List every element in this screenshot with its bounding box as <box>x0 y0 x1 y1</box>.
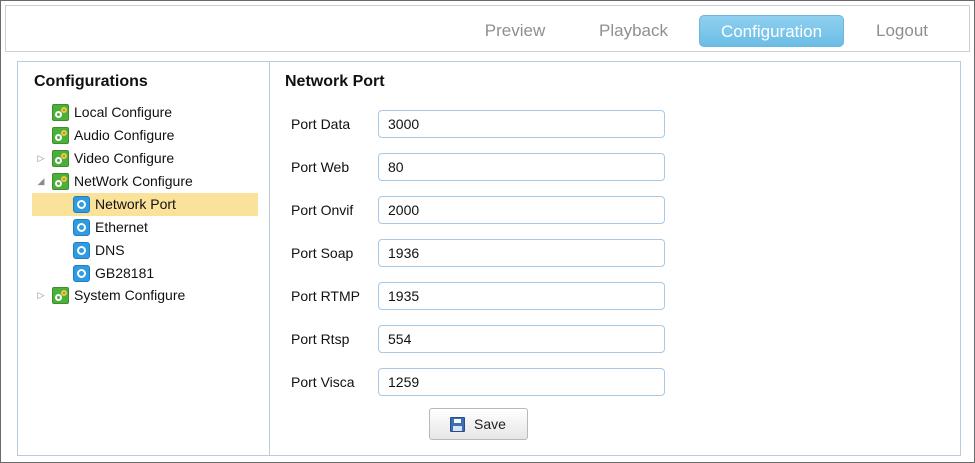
settings-icon <box>73 242 90 259</box>
port-soap-label: Port Soap <box>291 245 354 261</box>
tree-item-video-configure[interactable]: ▷ Video Configure <box>32 147 252 170</box>
port-data-input[interactable] <box>378 110 665 138</box>
top-nav-bar: Preview Playback Configuration Logout <box>5 5 970 52</box>
tree-item-audio-configure[interactable]: Audio Configure <box>32 124 252 147</box>
gear-icon <box>52 287 69 304</box>
tree-item-label: Audio Configure <box>74 127 175 143</box>
tree-item-label: Network Port <box>95 196 176 212</box>
port-soap-input[interactable] <box>378 239 665 267</box>
tree-item-gb28181[interactable]: GB28181 <box>32 262 252 285</box>
tree-item-dns[interactable]: DNS <box>32 239 252 262</box>
port-rtsp-input[interactable] <box>378 325 665 353</box>
tree-item-label: System Configure <box>74 287 186 303</box>
sidebar-title: Configurations <box>34 73 148 90</box>
port-visca-label: Port Visca <box>291 374 355 390</box>
port-web-input[interactable] <box>378 153 665 181</box>
port-visca-input[interactable] <box>378 368 665 396</box>
tab-playback[interactable]: Playback <box>586 15 681 47</box>
network-port-form: Network Port Port Data Port Web Port Onv… <box>271 62 961 455</box>
tree-item-label: GB28181 <box>95 265 155 281</box>
tree-item-label: NetWork Configure <box>74 173 193 189</box>
collapse-arrow-icon[interactable]: ◢ <box>36 170 46 193</box>
port-web-label: Port Web <box>291 159 350 175</box>
tab-configuration[interactable]: Configuration <box>699 15 844 47</box>
expand-arrow-icon[interactable]: ▷ <box>36 147 46 170</box>
config-sidebar: Configurations Local Configure Audio Con… <box>18 62 270 455</box>
tree-item-local-configure[interactable]: Local Configure <box>32 101 252 124</box>
app-frame: Preview Playback Configuration Logout Co… <box>0 0 975 463</box>
gear-icon <box>52 173 69 190</box>
gear-icon <box>52 150 69 167</box>
save-icon <box>450 417 465 432</box>
tab-logout[interactable]: Logout <box>862 15 942 47</box>
tree-item-system-configure[interactable]: ▷ System Configure <box>32 284 252 307</box>
gear-icon <box>52 127 69 144</box>
port-onvif-label: Port Onvif <box>291 202 354 218</box>
settings-icon <box>73 265 90 282</box>
tree-item-label: Local Configure <box>74 104 173 120</box>
tree-item-label: Video Configure <box>74 150 175 166</box>
port-rtmp-input[interactable] <box>378 282 665 310</box>
tab-preview[interactable]: Preview <box>473 15 557 47</box>
expand-arrow-icon[interactable]: ▷ <box>36 284 46 307</box>
settings-icon <box>73 196 90 213</box>
page-title: Network Port <box>285 73 385 90</box>
tree-item-label: DNS <box>95 242 125 258</box>
save-button[interactable]: Save <box>429 408 528 440</box>
port-onvif-input[interactable] <box>378 196 665 224</box>
port-data-label: Port Data <box>291 116 351 132</box>
port-rtsp-label: Port Rtsp <box>291 331 350 347</box>
settings-icon <box>73 219 90 236</box>
tree-item-network-port[interactable]: Network Port <box>32 193 258 216</box>
config-panel: Configurations Local Configure Audio Con… <box>17 61 961 456</box>
tree-item-label: Ethernet <box>95 219 148 235</box>
tree-item-network-configure[interactable]: ◢ NetWork Configure <box>32 170 252 193</box>
save-button-label: Save <box>474 416 506 432</box>
gear-icon <box>52 104 69 121</box>
port-rtmp-label: Port RTMP <box>291 288 360 304</box>
tree-item-ethernet[interactable]: Ethernet <box>32 216 252 239</box>
